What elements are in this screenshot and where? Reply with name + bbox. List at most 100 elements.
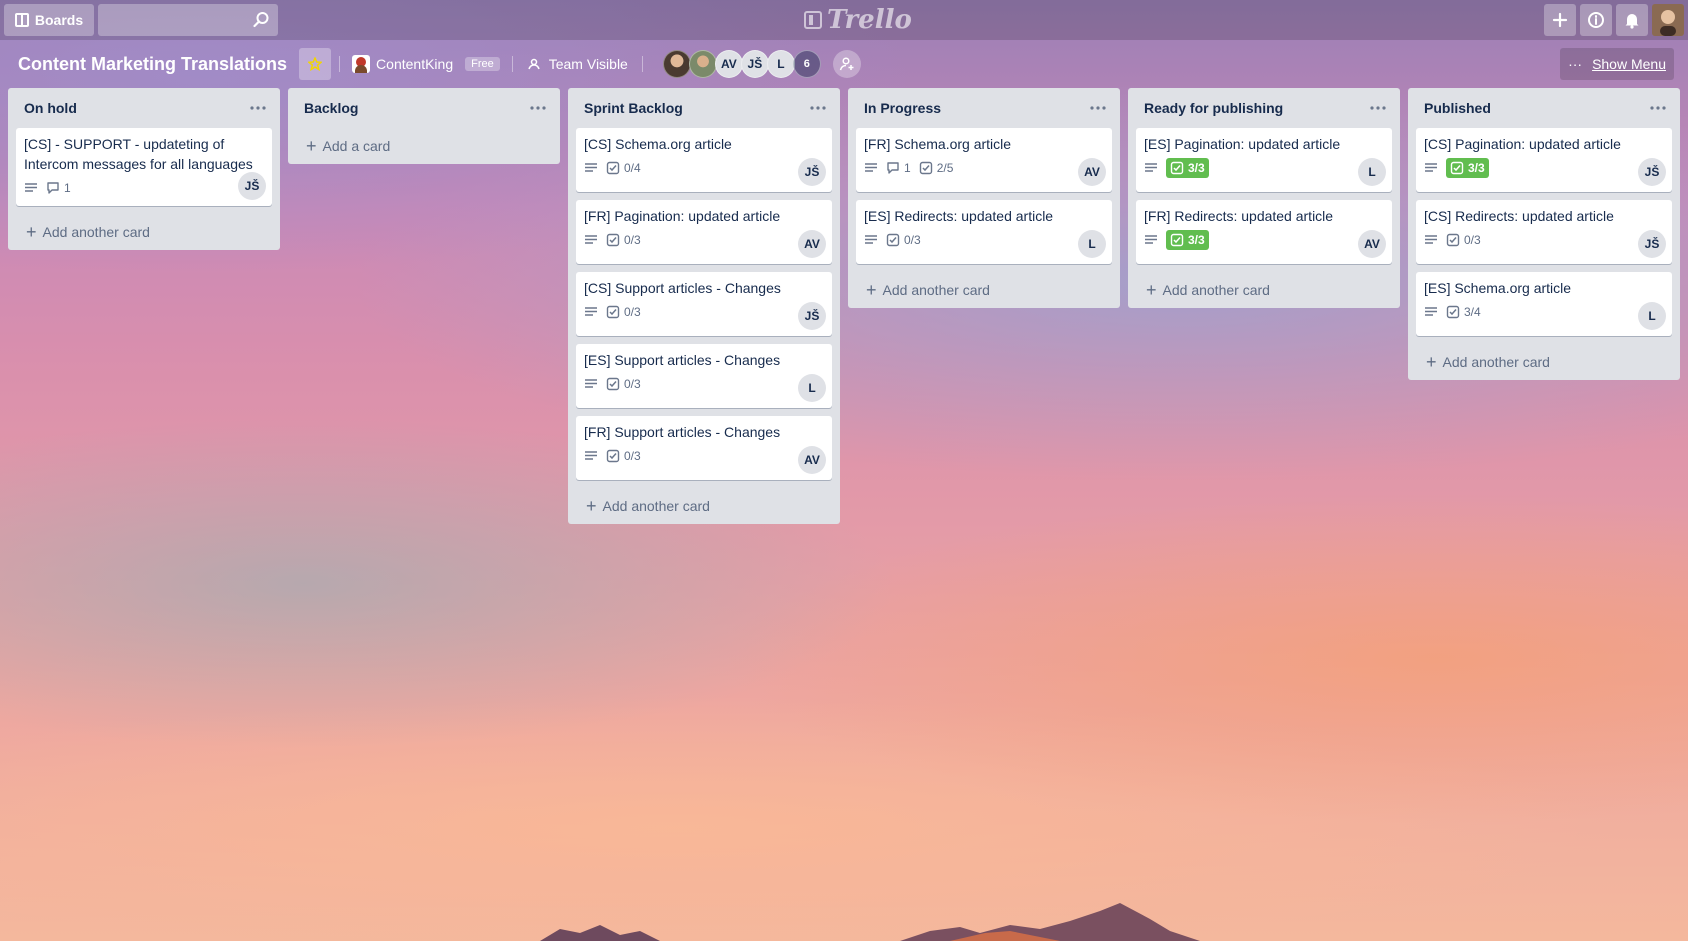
info-button[interactable] — [1580, 4, 1612, 36]
checklist-count: 0/4 — [624, 161, 641, 175]
show-menu-button[interactable]: ··· Show Menu — [1560, 48, 1674, 80]
member-count[interactable]: 6 — [792, 50, 821, 78]
description-icon — [585, 235, 597, 244]
card-title: [CS] Support articles - Changes — [584, 280, 781, 296]
add-card-button[interactable]: + Add another card — [1416, 344, 1672, 380]
card-member-avatar[interactable]: L — [798, 374, 826, 402]
member-avatar[interactable]: L — [766, 50, 795, 78]
card-member-avatar[interactable]: JŠ — [238, 172, 266, 200]
card[interactable]: [CS] Schema.org article 0/4 JŠ — [576, 128, 832, 192]
show-menu-label: Show Menu — [1592, 56, 1666, 72]
star-icon — [308, 57, 323, 71]
add-card-button[interactable]: + Add another card — [576, 488, 832, 524]
card[interactable]: [ES] Pagination: updated article 3/3 L — [1136, 128, 1392, 192]
card[interactable]: [FR] Schema.org article 1 2/5 AV — [856, 128, 1112, 192]
card[interactable]: [FR] Support articles - Changes 0/3 AV — [576, 416, 832, 480]
card-member-avatar[interactable]: L — [1358, 158, 1386, 186]
star-button[interactable] — [299, 48, 332, 80]
checklist-badge: 3/3 — [1446, 158, 1489, 178]
plus-icon: + — [306, 136, 317, 156]
description-badge — [584, 374, 598, 394]
visibility-button[interactable]: Team Visible — [521, 56, 634, 72]
card-badges: 1 2/5 — [864, 154, 1104, 182]
checklist-count: 3/4 — [1464, 305, 1481, 319]
checklist-badge: 0/3 — [606, 374, 641, 394]
checklist-icon — [886, 233, 900, 247]
list-title[interactable]: Sprint Backlog — [584, 100, 683, 116]
card-member-avatar[interactable]: L — [1078, 230, 1106, 258]
list-title[interactable]: In Progress — [864, 100, 941, 116]
card-member-avatar[interactable]: JŠ — [798, 302, 826, 330]
card[interactable]: [ES] Support articles - Changes 0/3 L — [576, 344, 832, 408]
description-icon — [865, 235, 877, 244]
checklist-badge: 0/3 — [606, 230, 641, 250]
list-menu-icon — [1650, 106, 1666, 110]
boards-icon — [14, 13, 29, 27]
card[interactable]: [ES] Redirects: updated article 0/3 L — [856, 200, 1112, 264]
list-menu-button[interactable] — [1364, 94, 1392, 122]
checklist-count: 3/3 — [1188, 233, 1205, 247]
checklist-badge: 3/4 — [1446, 302, 1481, 322]
boards-button[interactable]: Boards — [4, 4, 94, 36]
list: On hold [CS] - SUPPORT - updateting of In… — [8, 88, 280, 250]
card-member-avatar[interactable]: AV — [1358, 230, 1386, 258]
card[interactable]: [CS] Support articles - Changes 0/3 JŠ — [576, 272, 832, 336]
member-avatar-photo[interactable] — [688, 50, 717, 78]
team-name: ContentKing — [376, 56, 454, 72]
trello-logo[interactable]: Trello — [804, 5, 912, 35]
invite-button[interactable] — [832, 50, 861, 78]
team-button[interactable]: ContentKing Free — [348, 55, 504, 73]
plus-icon — [1552, 12, 1568, 28]
member-avatar-photo[interactable] — [662, 50, 691, 78]
visibility-label: Team Visible — [548, 56, 628, 72]
card-member-avatar[interactable]: AV — [798, 446, 826, 474]
card-member-avatar[interactable]: L — [1638, 302, 1666, 330]
card[interactable]: [FR] Pagination: updated article 0/3 AV — [576, 200, 832, 264]
card-member-avatar[interactable]: AV — [1078, 158, 1106, 186]
search-input[interactable] — [98, 4, 278, 36]
card[interactable]: [CS] - SUPPORT - updateting of Intercom … — [16, 128, 272, 206]
card[interactable]: [ES] Schema.org article 3/4 L — [1416, 272, 1672, 336]
card-member-avatar[interactable]: JŠ — [1638, 230, 1666, 258]
list-menu-button[interactable] — [244, 94, 272, 122]
list-menu-button[interactable] — [524, 94, 552, 122]
checklist-icon — [606, 233, 620, 247]
member-avatar[interactable]: JŠ — [740, 50, 769, 78]
member-avatar[interactable]: AV — [714, 50, 743, 78]
separator — [641, 56, 643, 72]
notifications-button[interactable] — [1616, 4, 1648, 36]
list-menu-button[interactable] — [1644, 94, 1672, 122]
ellipsis-icon: ··· — [1568, 56, 1583, 72]
add-card-label: Add another card — [42, 224, 150, 240]
card-title: [FR] Pagination: updated article — [584, 208, 781, 224]
card[interactable]: [CS] Pagination: updated article 3/3 JŠ — [1416, 128, 1672, 192]
list-title[interactable]: Backlog — [304, 100, 358, 116]
checklist-count: 2/5 — [936, 161, 954, 175]
card-member-avatar[interactable]: JŠ — [1638, 158, 1666, 186]
add-card-button[interactable]: + Add a card — [296, 128, 552, 164]
card[interactable]: [FR] Redirects: updated article 3/3 AV — [1136, 200, 1392, 264]
description-badge — [1424, 302, 1438, 322]
card-member-avatar[interactable]: AV — [798, 230, 826, 258]
description-icon — [1425, 235, 1437, 244]
user-avatar[interactable] — [1652, 4, 1684, 36]
card-badges: 0/4 — [584, 154, 824, 182]
list-title[interactable]: Published — [1424, 100, 1491, 116]
card-title: [CS] Redirects: updated article — [1424, 208, 1614, 224]
description-icon — [1425, 163, 1437, 172]
add-card-button[interactable]: + Add another card — [1136, 272, 1392, 308]
list-title[interactable]: On hold — [24, 100, 77, 116]
add-card-button[interactable]: + Add another card — [856, 272, 1112, 308]
card-member-avatar[interactable]: JŠ — [798, 158, 826, 186]
list-title[interactable]: Ready for publishing — [1144, 100, 1283, 116]
list-header: Published — [1416, 88, 1672, 128]
add-card-button[interactable]: + Add another card — [16, 214, 272, 250]
list-menu-button[interactable] — [1084, 94, 1112, 122]
search-icon[interactable] — [252, 11, 270, 29]
checklist-icon — [606, 377, 620, 391]
board-title[interactable]: Content Marketing Translations — [10, 54, 295, 75]
list-menu-button[interactable] — [804, 94, 832, 122]
card[interactable]: [CS] Redirects: updated article 0/3 JŠ — [1416, 200, 1672, 264]
card-badges: 0/3 — [864, 226, 1104, 254]
create-button[interactable] — [1544, 4, 1576, 36]
